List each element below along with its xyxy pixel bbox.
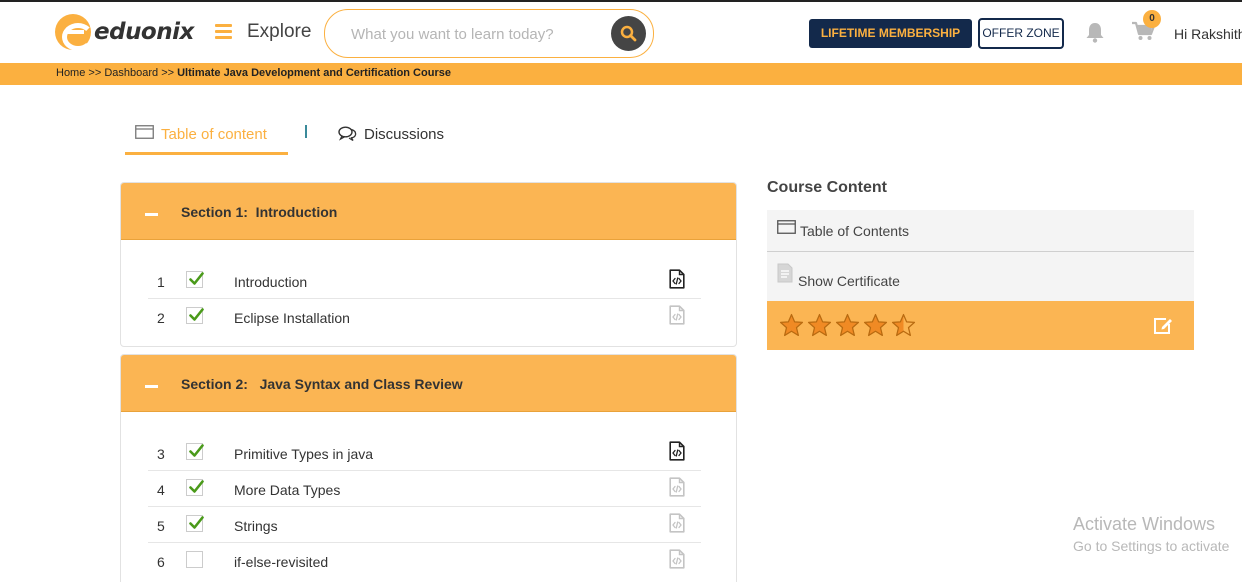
explore-link[interactable]: Explore xyxy=(247,21,311,43)
chat-bubbles-icon xyxy=(338,126,357,142)
cart-count-badge: 0 xyxy=(1143,10,1161,28)
lesson-title[interactable]: Primitive Types in java xyxy=(234,446,373,462)
lesson-row[interactable]: 6 if-else-revisited xyxy=(148,543,701,579)
lesson-number: 1 xyxy=(157,274,165,290)
lifetime-membership-button[interactable]: LIFETIME MEMBERSHIP xyxy=(809,19,972,48)
search-bar xyxy=(324,9,654,58)
lesson-complete-checkbox[interactable] xyxy=(186,271,204,288)
breadcrumb: Home >> Dashboard >> Ultimate Java Devel… xyxy=(56,67,451,79)
section-title: Section 1: Introduction xyxy=(181,204,338,220)
breadcrumb-course: Ultimate Java Development and Certificat… xyxy=(177,67,451,79)
collapse-minus-icon[interactable] xyxy=(145,385,158,388)
tab-divider xyxy=(305,125,307,138)
logo-mark-icon xyxy=(55,14,94,51)
section-title: Section 2: Java Syntax and Class Review xyxy=(181,376,463,392)
lesson-number: 4 xyxy=(157,482,165,498)
sidebar-item-show-certificate[interactable]: Show Certificate xyxy=(767,252,1194,301)
star-icon[interactable] xyxy=(863,313,888,337)
breadcrumb-separator: >> xyxy=(158,67,178,79)
search-icon xyxy=(620,25,637,42)
lesson-complete-checkbox[interactable] xyxy=(186,307,204,324)
tab-table-of-content[interactable]: Table of content xyxy=(125,120,288,155)
lesson-title[interactable]: if-else-revisited xyxy=(234,554,328,570)
code-file-icon[interactable] xyxy=(669,477,685,502)
code-file-icon[interactable] xyxy=(669,549,685,574)
search-button[interactable] xyxy=(611,16,646,51)
sidebar-item-table-of-contents[interactable]: Table of Contents xyxy=(767,210,1194,251)
user-greeting[interactable]: Hi Rakshith xyxy=(1174,26,1242,42)
lesson-row[interactable]: 4 More Data Types xyxy=(148,471,701,507)
lesson-number: 3 xyxy=(157,446,165,462)
code-file-icon[interactable] xyxy=(669,513,685,538)
star-icon[interactable] xyxy=(807,313,832,337)
lesson-row[interactable]: 2 Eclipse Installation xyxy=(148,299,701,335)
header: eduonix Explore LIFETIME MEMBERSHIP OFFE… xyxy=(0,2,1242,63)
code-file-icon[interactable] xyxy=(669,269,685,294)
collapse-minus-icon[interactable] xyxy=(145,213,158,216)
section-1-panel: Section 1: Introduction 1 Introduction 2 Ec… xyxy=(120,182,737,347)
star-icon[interactable] xyxy=(891,313,916,337)
lesson-title[interactable]: More Data Types xyxy=(234,482,340,498)
lesson-row[interactable]: 3 Primitive Types in java xyxy=(148,435,701,471)
lesson-number: 5 xyxy=(157,518,165,534)
star-icon[interactable] xyxy=(835,313,860,337)
star-rating[interactable] xyxy=(779,313,919,337)
breadcrumb-separator: >> xyxy=(85,67,105,79)
table-of-contents-icon xyxy=(135,125,154,139)
certificate-document-icon xyxy=(777,263,793,283)
activate-windows-hint: Go to Settings to activate xyxy=(1073,538,1230,554)
eduonix-logo[interactable]: eduonix xyxy=(55,14,194,51)
lesson-complete-checkbox[interactable] xyxy=(186,479,204,496)
breadcrumb-home[interactable]: Home xyxy=(56,67,85,79)
breadcrumb-bar: Home >> Dashboard >> Ultimate Java Devel… xyxy=(0,63,1242,85)
lesson-number: 6 xyxy=(157,554,165,570)
lesson-title[interactable]: Strings xyxy=(234,518,278,534)
section-header[interactable]: Section 2: Java Syntax and Class Review xyxy=(121,355,736,412)
lesson-title[interactable]: Eclipse Installation xyxy=(234,310,350,326)
bell-icon[interactable] xyxy=(1085,22,1105,43)
logo-text: eduonix xyxy=(94,19,194,45)
edit-review-icon[interactable] xyxy=(1153,316,1173,335)
lesson-row[interactable]: 5 Strings xyxy=(148,507,701,543)
lesson-number: 2 xyxy=(157,310,165,326)
section-2-panel: Section 2: Java Syntax and Class Review … xyxy=(120,354,737,582)
sidebar-item-label: Table of Contents xyxy=(800,223,909,239)
star-icon[interactable] xyxy=(779,313,804,337)
lesson-complete-checkbox[interactable] xyxy=(186,551,203,568)
breadcrumb-dashboard[interactable]: Dashboard xyxy=(104,67,158,79)
hamburger-menu-icon[interactable] xyxy=(215,24,232,39)
search-input[interactable] xyxy=(351,22,611,46)
lesson-title[interactable]: Introduction xyxy=(234,274,307,290)
tab-toc-label: Table of content xyxy=(161,126,267,143)
tab-discussions-label: Discussions xyxy=(364,126,445,143)
lesson-row[interactable]: 1 Introduction xyxy=(148,263,701,299)
sidebar-item-label: Show Certificate xyxy=(798,273,900,289)
code-file-icon[interactable] xyxy=(669,441,685,466)
section-header[interactable]: Section 1: Introduction xyxy=(121,183,736,240)
lesson-list: 1 Introduction 2 Eclipse Installation xyxy=(121,240,736,335)
offer-zone-button[interactable]: OFFER ZONE xyxy=(978,18,1064,49)
rating-bar xyxy=(767,301,1194,350)
code-file-icon[interactable] xyxy=(669,305,685,330)
table-of-contents-icon xyxy=(777,220,796,234)
lesson-complete-checkbox[interactable] xyxy=(186,515,204,532)
lesson-complete-checkbox[interactable] xyxy=(186,443,204,460)
activate-windows-watermark: Activate Windows xyxy=(1073,514,1216,534)
course-content-heading: Course Content xyxy=(767,179,887,196)
lesson-list: 3 Primitive Types in java 4 More Data Types… xyxy=(121,412,736,579)
